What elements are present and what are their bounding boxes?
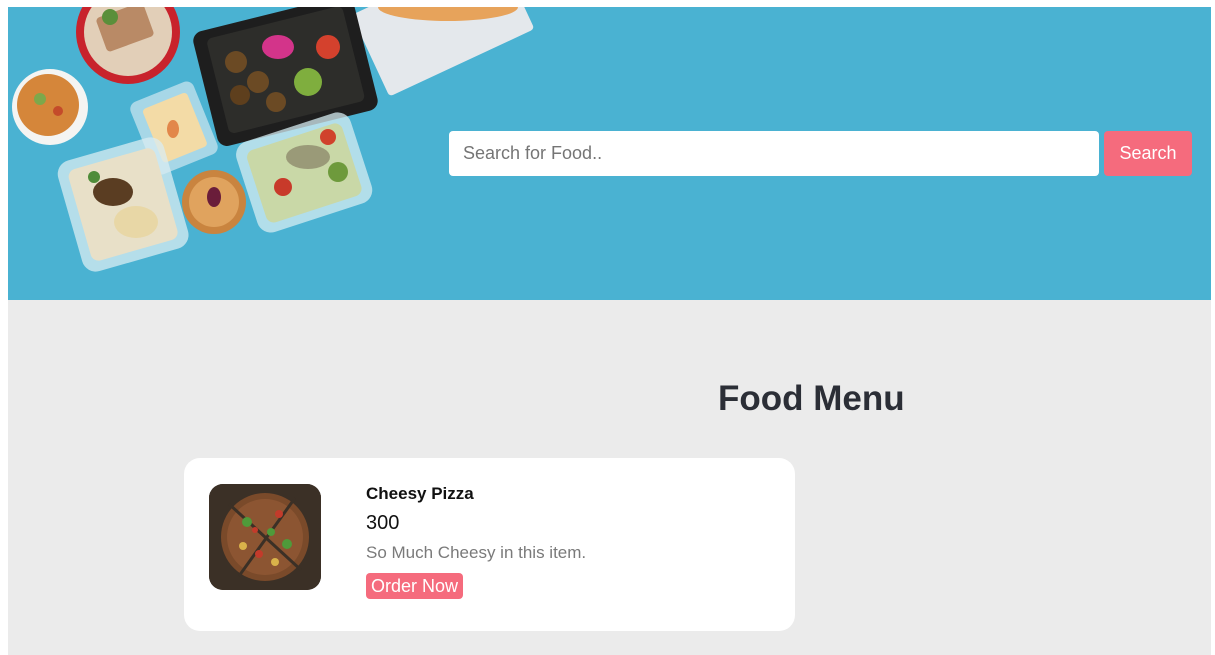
pizza-image: [209, 484, 321, 590]
order-now-button[interactable]: Order Now: [366, 573, 464, 599]
search-bar: Search: [449, 131, 1192, 176]
hero-banner: Search: [8, 7, 1211, 300]
menu-item-info: Cheesy Pizza 300 So Much Cheesy in this …: [366, 484, 586, 599]
item-price: 300: [366, 512, 400, 534]
item-name: Cheesy Pizza: [366, 484, 474, 503]
page-title: Food Menu: [718, 379, 905, 418]
search-button[interactable]: Search: [1104, 131, 1192, 176]
menu-item-card: Cheesy Pizza 300 So Much Cheesy in this …: [184, 458, 795, 631]
page: Search Food Menu Cheesy Pizza: [8, 7, 1211, 655]
search-input[interactable]: [449, 131, 1099, 176]
item-description: So Much Cheesy in this item.: [366, 543, 587, 562]
